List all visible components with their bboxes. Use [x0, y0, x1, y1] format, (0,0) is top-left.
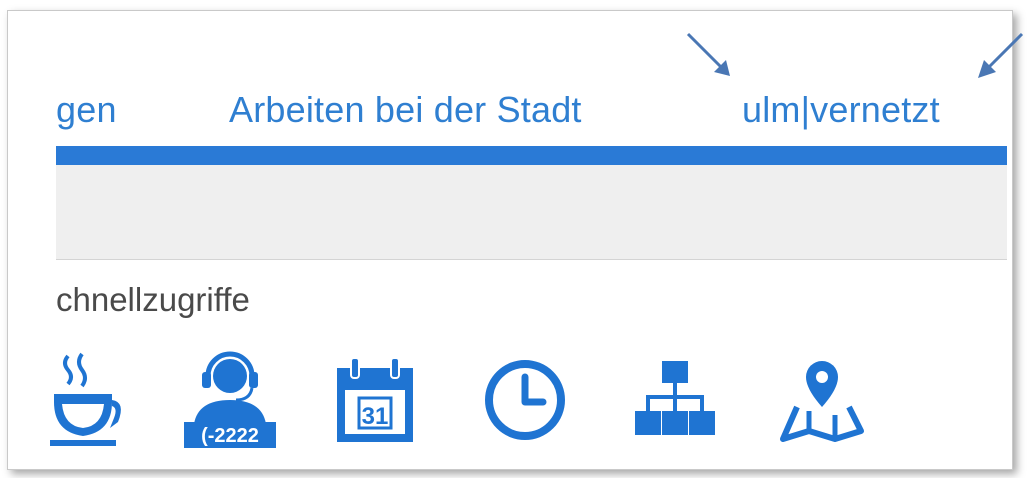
quick-access-title: chnellzugriffe: [56, 281, 250, 318]
quick-access-hotline[interactable]: (-2222: [180, 350, 280, 450]
nav-link-arbeiten-bei-der-stadt[interactable]: Arbeiten bei der Stadt: [229, 89, 582, 131]
org-chart-icon: [635, 361, 715, 435]
clock-icon: [485, 360, 565, 440]
annotation-arrow-right: [978, 32, 1024, 78]
quick-access-organigram[interactable]: [625, 350, 725, 450]
annotation-arrow-left: [686, 32, 730, 76]
nav-link-ulm-vernetzt[interactable]: ulm|vernetzt: [742, 89, 940, 131]
content-band: [56, 165, 1007, 260]
support-agent-icon: (-2222: [184, 351, 276, 448]
hotline-number: (-2222: [201, 425, 259, 447]
quick-access-clock[interactable]: [475, 350, 575, 450]
calendar-icon: 31: [337, 357, 413, 442]
quick-access-coffee[interactable]: [33, 350, 133, 450]
quick-access-calendar[interactable]: 31: [325, 350, 425, 450]
nav-underline-bar: [56, 146, 1007, 165]
coffee-cup-icon: [50, 352, 121, 446]
calendar-day: 31: [362, 403, 389, 430]
nav-link-partial[interactable]: gen: [56, 89, 117, 131]
quick-access-city-map[interactable]: [772, 350, 872, 450]
map-pin-icon: [780, 361, 864, 442]
